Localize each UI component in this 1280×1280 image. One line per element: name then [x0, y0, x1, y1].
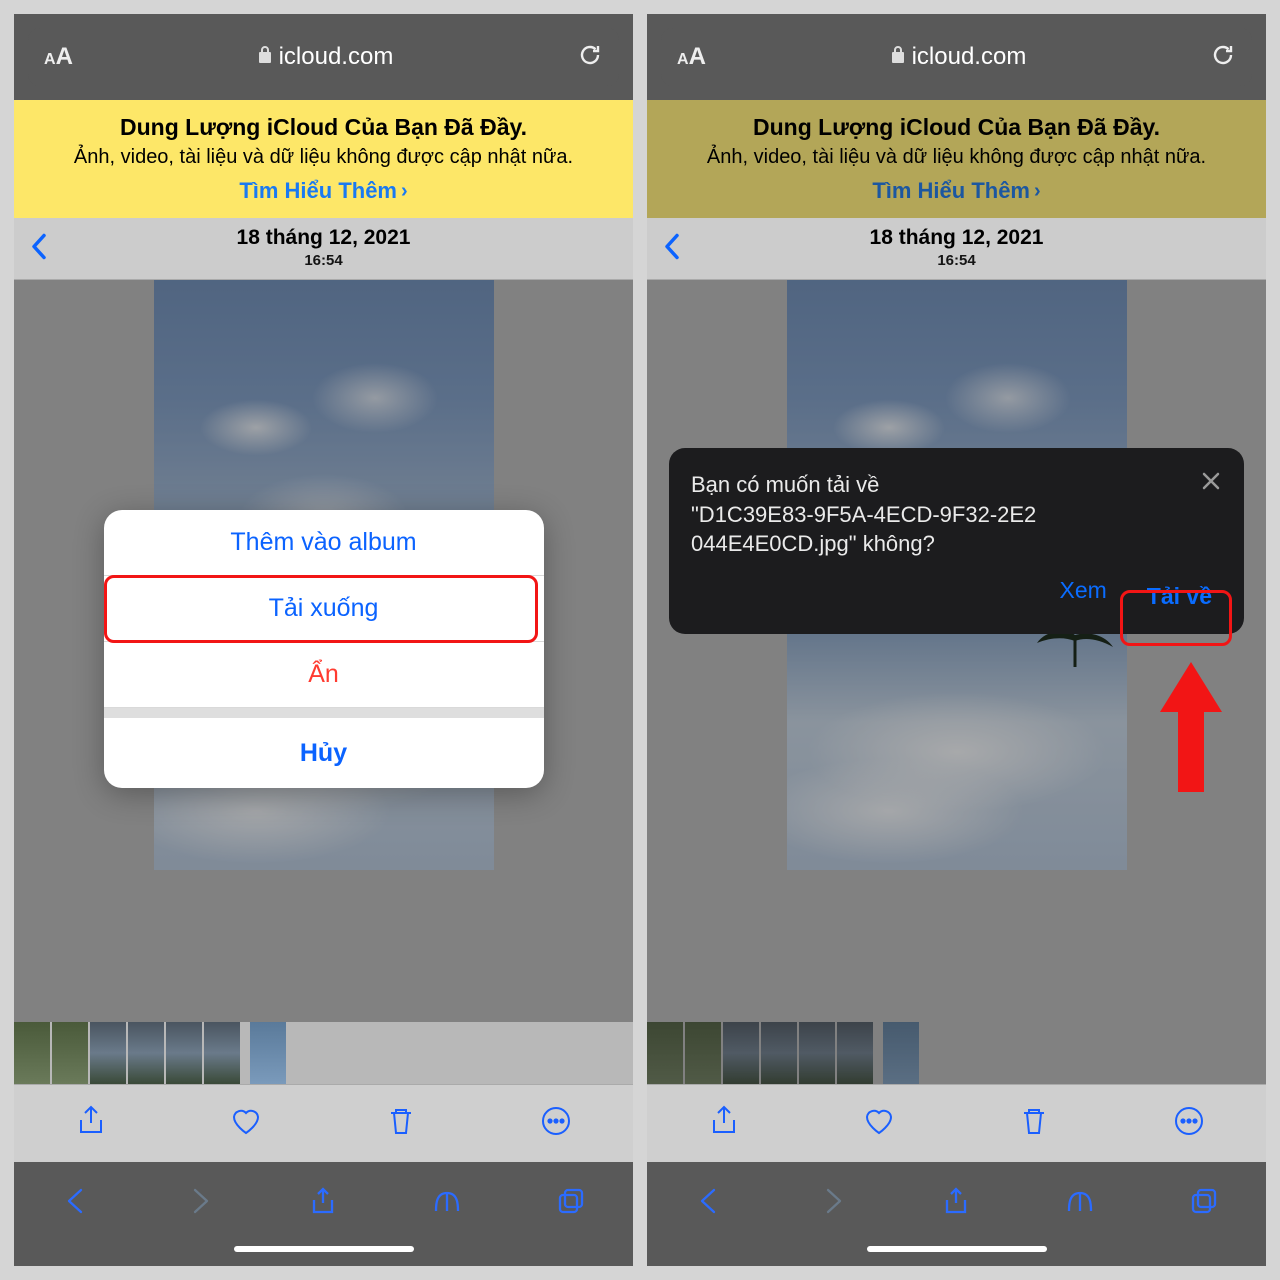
more-icon[interactable]	[539, 1104, 573, 1143]
arrow-up-icon	[1156, 662, 1226, 797]
chevron-right-icon: ›	[401, 180, 408, 203]
lock-icon	[890, 43, 906, 71]
banner-title: Dung Lượng iCloud Của Bạn Đã Đầy.	[665, 114, 1248, 141]
trash-icon[interactable]	[1017, 1104, 1051, 1143]
thumbnail[interactable]	[685, 1022, 721, 1084]
share-icon[interactable]	[707, 1104, 741, 1143]
thumbnail[interactable]	[90, 1022, 126, 1084]
address-bar[interactable]: AA icloud.com	[661, 28, 1252, 86]
nav-forward-icon	[818, 1186, 848, 1221]
photo-date: 18 tháng 12, 2021	[14, 226, 633, 250]
back-button[interactable]	[663, 231, 683, 266]
storage-full-banner: Dung Lượng iCloud Của Bạn Đã Đầy. Ảnh, v…	[647, 100, 1266, 218]
nav-share-icon[interactable]	[941, 1186, 971, 1221]
url-display[interactable]: icloud.com	[718, 43, 1198, 71]
photo-time: 16:54	[647, 252, 1266, 269]
lock-icon	[257, 43, 273, 71]
address-bar[interactable]: AA icloud.com	[28, 28, 619, 86]
thumbnail-strip[interactable]	[647, 1022, 1266, 1084]
learn-more-link[interactable]: Tìm Hiểu Thêm›	[239, 178, 407, 204]
view-button[interactable]: Xem	[1059, 577, 1106, 616]
photo-date: 18 tháng 12, 2021	[647, 226, 1266, 250]
thumbnail[interactable]	[723, 1022, 759, 1084]
thumbnail[interactable]	[204, 1022, 240, 1084]
thumbnail-strip[interactable]	[14, 1022, 633, 1084]
phone-right: AA icloud.com Dung Lượng iCloud Của Bạn …	[647, 14, 1266, 1266]
safari-top: AA icloud.com	[14, 14, 633, 100]
back-button[interactable]	[30, 231, 50, 266]
cancel-button[interactable]: Hủy	[104, 718, 544, 788]
banner-title: Dung Lượng iCloud Của Bạn Đã Đầy.	[32, 114, 615, 141]
home-indicator	[647, 1244, 1266, 1266]
safari-navbar	[14, 1162, 633, 1244]
nav-back-icon[interactable]	[61, 1186, 91, 1221]
tabs-icon[interactable]	[1189, 1186, 1219, 1221]
nav-forward-icon	[185, 1186, 215, 1221]
safari-navbar	[647, 1162, 1266, 1244]
thumbnail-selected[interactable]	[250, 1022, 286, 1084]
url-display[interactable]: icloud.com	[85, 43, 565, 71]
heart-icon[interactable]	[862, 1104, 896, 1143]
photo-header: 18 tháng 12, 2021 16:54	[14, 218, 633, 280]
share-icon[interactable]	[74, 1104, 108, 1143]
action-sheet: Thêm vào album Tải xuống Ẩn Hủy	[104, 510, 544, 788]
hide-button[interactable]: Ẩn	[104, 642, 544, 708]
safari-top: AA icloud.com	[647, 14, 1266, 100]
photo-toolbar	[647, 1084, 1266, 1162]
phone-left: AA icloud.com Dung Lượng iCloud Của Bạn …	[14, 14, 633, 1266]
add-to-album-button[interactable]: Thêm vào album	[104, 510, 544, 576]
trash-icon[interactable]	[384, 1104, 418, 1143]
domain-text: icloud.com	[912, 43, 1027, 71]
chevron-right-icon: ›	[1034, 180, 1041, 203]
nav-share-icon[interactable]	[308, 1186, 338, 1221]
text-size-button[interactable]: AA	[677, 43, 706, 71]
banner-subtitle: Ảnh, video, tài liệu và dữ liệu không đư…	[32, 145, 615, 170]
home-indicator	[14, 1244, 633, 1266]
tabs-icon[interactable]	[556, 1186, 586, 1221]
reload-icon[interactable]	[1210, 42, 1236, 73]
reload-icon[interactable]	[577, 42, 603, 73]
thumbnail[interactable]	[837, 1022, 873, 1084]
download-confirm-button[interactable]: Tải về	[1137, 577, 1222, 616]
storage-full-banner: Dung Lượng iCloud Của Bạn Đã Đầy. Ảnh, v…	[14, 100, 633, 218]
text-size-button[interactable]: AA	[44, 43, 73, 71]
nav-back-icon[interactable]	[694, 1186, 724, 1221]
banner-subtitle: Ảnh, video, tài liệu và dữ liệu không đư…	[665, 145, 1248, 170]
thumbnail[interactable]	[166, 1022, 202, 1084]
download-prompt: Bạn có muốn tải về "D1C39E83-9F5A-4ECD-9…	[669, 448, 1244, 634]
thumbnail[interactable]	[14, 1022, 50, 1084]
download-button[interactable]: Tải xuống	[104, 576, 544, 642]
thumbnail[interactable]	[52, 1022, 88, 1084]
more-icon[interactable]	[1172, 1104, 1206, 1143]
learn-more-link[interactable]: Tìm Hiểu Thêm›	[872, 178, 1040, 204]
thumbnail[interactable]	[761, 1022, 797, 1084]
thumbnail[interactable]	[647, 1022, 683, 1084]
photo-toolbar	[14, 1084, 633, 1162]
thumbnail[interactable]	[799, 1022, 835, 1084]
photo-time: 16:54	[14, 252, 633, 269]
bookmarks-icon[interactable]	[1065, 1186, 1095, 1221]
thumbnail-selected[interactable]	[883, 1022, 919, 1084]
bookmarks-icon[interactable]	[432, 1186, 462, 1221]
heart-icon[interactable]	[229, 1104, 263, 1143]
thumbnail[interactable]	[128, 1022, 164, 1084]
download-message: Bạn có muốn tải về "D1C39E83-9F5A-4ECD-9…	[691, 470, 1222, 559]
photo-header: 18 tháng 12, 2021 16:54	[647, 218, 1266, 280]
close-icon[interactable]	[1200, 470, 1222, 497]
domain-text: icloud.com	[279, 43, 394, 71]
